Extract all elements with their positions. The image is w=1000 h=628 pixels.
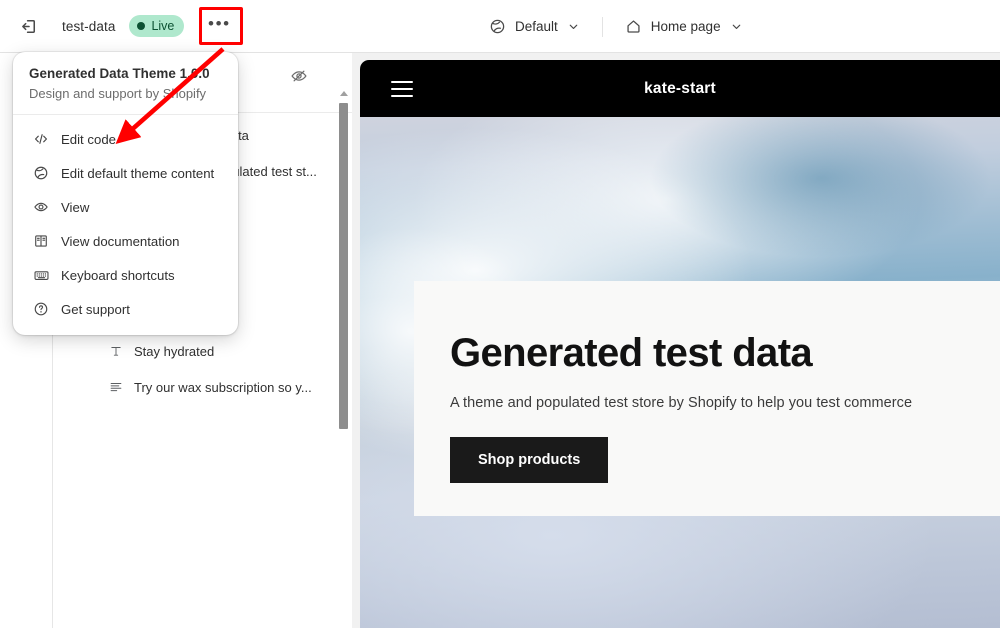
storefront-header: kate-start: [360, 60, 1000, 117]
sidebar-scrollbar[interactable]: [339, 91, 348, 503]
menu-item-label: Edit code: [61, 131, 116, 147]
top-bar-center-controls: Default Home page: [480, 0, 752, 53]
question-circle-icon: [31, 301, 51, 317]
shop-products-button[interactable]: Shop products: [450, 437, 609, 483]
locale-selector-label: Default: [515, 19, 558, 34]
text-icon: [105, 344, 127, 358]
chevron-down-icon: [730, 20, 743, 33]
status-badge: Live: [129, 15, 185, 37]
hamburger-icon[interactable]: [391, 80, 413, 97]
book-icon: [31, 233, 51, 249]
menu-theme-subtitle: Design and support by Shopify: [29, 86, 207, 101]
status-badge-label: Live: [151, 19, 175, 33]
menu-item-edit-code[interactable]: Edit code: [19, 122, 232, 156]
menu-item-keyboard-shortcuts[interactable]: Keyboard shortcuts: [19, 258, 232, 292]
home-icon: [625, 18, 642, 35]
paragraph-icon: [105, 380, 127, 394]
menu-item-list: Edit code Edit default theme content Vie…: [13, 115, 238, 326]
menu-item-view[interactable]: View: [19, 190, 232, 224]
locale-selector[interactable]: Default: [480, 13, 589, 40]
tree-item[interactable]: Stay hydrated: [53, 333, 352, 369]
keyboard-icon: [31, 267, 51, 284]
more-actions-button[interactable]: •••: [201, 11, 237, 41]
tree-item-label: Try our wax subscription so y...: [134, 379, 312, 395]
status-dot-icon: [137, 22, 146, 30]
menu-item-label: Get support: [61, 301, 130, 317]
top-bar: test-data Live ••• Default Home page: [0, 0, 1000, 53]
code-icon: [31, 131, 51, 147]
menu-item-label: View: [61, 199, 90, 215]
globe-icon: [31, 165, 51, 181]
menu-item-label: Keyboard shortcuts: [61, 267, 175, 283]
hero-banner-image: Generated test data A theme and populate…: [360, 117, 1000, 628]
page-selector[interactable]: Home page: [616, 13, 752, 40]
chevron-down-icon: [567, 20, 580, 33]
scroll-up-arrow-icon[interactable]: [340, 91, 348, 96]
scrollbar-thumb[interactable]: [339, 103, 348, 429]
hero-subheading: A theme and populated test store by Shop…: [450, 395, 913, 411]
page-selector-label: Home page: [650, 19, 721, 34]
eye-off-icon[interactable]: [290, 67, 310, 87]
globe-icon: [489, 18, 506, 35]
menu-item-get-support[interactable]: Get support: [19, 292, 232, 326]
theme-name: test-data: [62, 18, 116, 34]
menu-header: Generated Data Theme 1.0.0 Design and su…: [13, 52, 238, 114]
tree-item-label: Stay hydrated: [134, 343, 215, 359]
hero-text-card: Generated test data A theme and populate…: [414, 281, 1000, 516]
toolbar-divider: [601, 16, 603, 37]
theme-actions-menu: Generated Data Theme 1.0.0 Design and su…: [13, 52, 238, 335]
tree-item[interactable]: Try our wax subscription so y...: [53, 369, 352, 405]
menu-item-label: View documentation: [61, 233, 180, 249]
menu-theme-title: Generated Data Theme 1.0.0: [29, 66, 210, 81]
store-logo: kate-start: [644, 79, 716, 97]
menu-item-view-documentation[interactable]: View documentation: [19, 224, 232, 258]
menu-item-edit-default-theme-content[interactable]: Edit default theme content: [19, 156, 232, 190]
theme-preview: kate-start Generated test data A theme a…: [360, 60, 1000, 628]
hero-heading: Generated test data: [450, 331, 813, 375]
exit-icon[interactable]: [14, 11, 44, 41]
menu-item-label: Edit default theme content: [61, 165, 215, 181]
eye-icon: [31, 199, 51, 215]
